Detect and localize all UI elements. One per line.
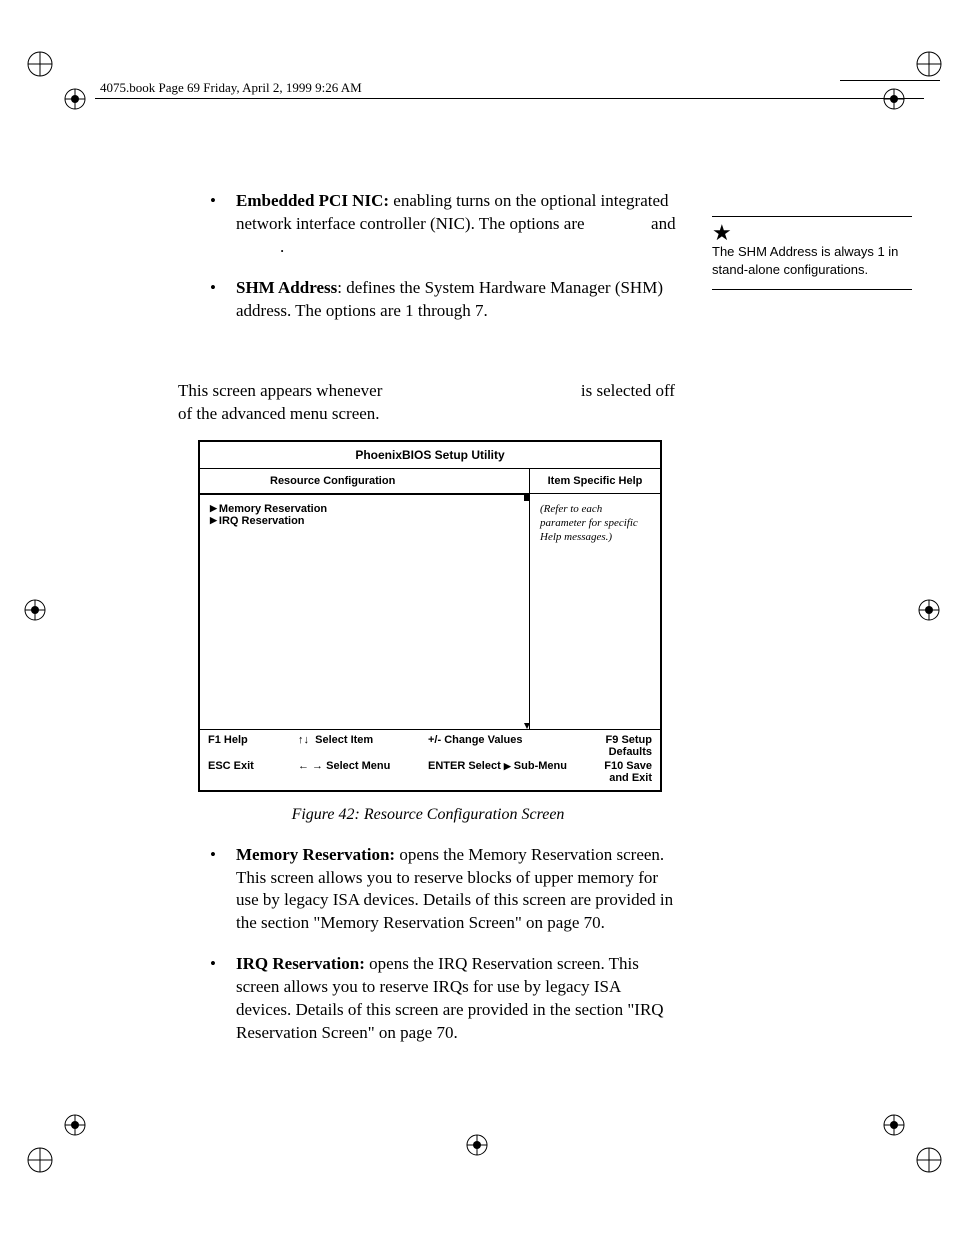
cropmark-bot-center xyxy=(462,1130,492,1160)
bios-left-heading: Resource Configuration xyxy=(200,469,529,495)
margin-note-text: The SHM Address is always 1 in stand-alo… xyxy=(712,244,898,277)
bios-help-text: (Refer to each parameter for specific He… xyxy=(530,494,660,553)
figure-caption: Figure 42: Resource Configuration Screen xyxy=(198,806,658,824)
triangle-icon: ▶ xyxy=(504,761,511,771)
top-bullets: Embedded PCI NIC: enabling turns on the … xyxy=(178,190,678,323)
triangle-icon: ▶ xyxy=(210,503,217,514)
cropmark-center-top xyxy=(840,80,940,81)
bios-title: PhoenixBIOS Setup Utility xyxy=(200,442,660,468)
bios-footer: F1 Help ↑↓ Select Item +/- Change Values… xyxy=(200,730,660,790)
cropmark-bot-left xyxy=(20,1110,90,1180)
cropmark-bot-right xyxy=(879,1110,949,1180)
bullet-embedded-pci-nic: Embedded PCI NIC: enabling turns on the … xyxy=(178,190,678,259)
bullet-memory-reservation: Memory Reservation: opens the Memory Res… xyxy=(178,844,678,936)
bios-menu-items: ▶Memory Reservation ▶IRQ Reservation xyxy=(200,495,529,535)
triangle-icon: ▶ xyxy=(210,515,217,526)
cropmark-mid-right xyxy=(914,595,944,625)
margin-note: ★ The SHM Address is always 1 in stand-a… xyxy=(712,216,912,290)
cropmark-mid-left xyxy=(20,595,50,625)
bullet-shm-address: SHM Address: defines the System Hardware… xyxy=(178,277,678,323)
bottom-bullets: Memory Reservation: opens the Memory Res… xyxy=(178,844,678,1046)
intro-paragraph: This screen appears whenever is selected… xyxy=(178,380,678,426)
page-header: 4075.book Page 69 Friday, April 2, 1999 … xyxy=(100,80,362,96)
header-rule xyxy=(95,98,924,99)
cropmark-top-right xyxy=(879,44,949,114)
bios-right-heading: Item Specific Help xyxy=(530,469,660,494)
cropmark-top-left xyxy=(20,44,90,114)
bullet-irq-reservation: IRQ Reservation: opens the IRQ Reservati… xyxy=(178,953,678,1045)
bios-screenshot: PhoenixBIOS Setup Utility Resource Confi… xyxy=(198,440,662,792)
star-icon: ★ xyxy=(712,223,912,243)
